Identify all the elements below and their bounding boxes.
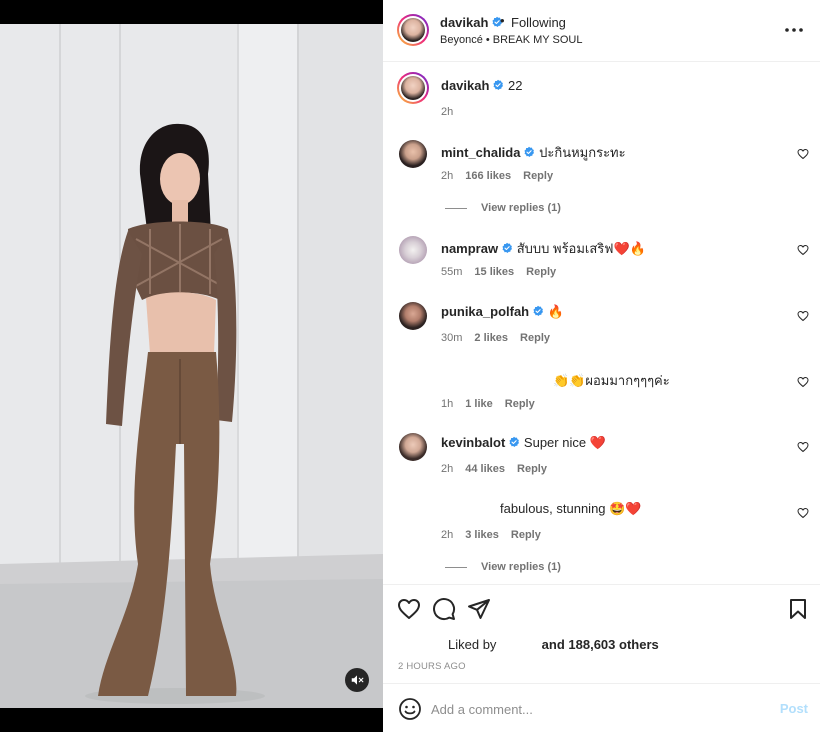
post-actions: Liked by and 188,603 others 2 HOURS AGO … xyxy=(383,584,820,732)
comment-meta: 55m 15 likes Reply xyxy=(441,266,568,278)
like-comment-heart-icon[interactable] xyxy=(797,376,809,388)
post-comment-button[interactable]: Post xyxy=(780,701,808,716)
comment-time[interactable]: 2h xyxy=(441,463,453,475)
comment-text: fabulous, stunning 🤩❤️ xyxy=(500,501,642,517)
verified-badge-icon xyxy=(509,436,520,447)
commenter-username[interactable]: kevinbalot xyxy=(441,435,505,450)
comment-likes[interactable]: 44 likes xyxy=(465,463,505,475)
view-replies-button[interactable]: View replies (1) xyxy=(445,202,561,214)
post-photo[interactable] xyxy=(0,24,383,708)
verified-badge-icon xyxy=(524,146,535,157)
comment-likes[interactable]: 3 likes xyxy=(465,529,499,541)
share-paper-plane-icon[interactable] xyxy=(467,597,491,621)
add-comment-bar: Post xyxy=(383,683,820,732)
comment-body: Super nice ❤️ xyxy=(523,435,606,450)
reply-button[interactable]: Reply xyxy=(526,266,556,278)
add-comment-input[interactable] xyxy=(431,698,761,720)
comment-time[interactable]: 55m xyxy=(441,266,462,278)
view-replies-button[interactable]: View replies (1) xyxy=(445,561,561,573)
commenter-avatar[interactable] xyxy=(399,433,427,461)
comment-time[interactable]: 2h xyxy=(441,529,453,541)
caption-username[interactable]: davikah xyxy=(441,78,489,93)
comment-body: 🔥 xyxy=(547,304,564,319)
like-comment-heart-icon[interactable] xyxy=(797,244,809,256)
commenter-avatar[interactable] xyxy=(399,140,427,168)
author-username-text[interactable]: davikah xyxy=(440,15,488,30)
fashion-photo xyxy=(0,24,383,708)
post-header: davikah • Following Beyoncé • BREAK MY S… xyxy=(383,0,820,62)
comment-time[interactable]: 30m xyxy=(441,332,462,344)
comment-text: nampraw สับบบ พร้อมเสริฟ❤️🔥 xyxy=(441,238,646,259)
comment-likes[interactable]: 2 likes xyxy=(474,332,508,344)
comment-likes[interactable]: 15 likes xyxy=(474,266,514,278)
like-comment-heart-icon[interactable] xyxy=(797,148,809,160)
comment-text: mint_chalida ปะกินหมูกระทะ xyxy=(441,142,626,163)
comment-body: สับบบ พร้อมเสริฟ❤️🔥 xyxy=(516,241,646,256)
more-horizontal-icon[interactable] xyxy=(782,20,806,40)
liked-by-prefix: Liked by xyxy=(448,637,497,652)
comment-meta: 30m 2 likes Reply xyxy=(441,332,562,344)
like-comment-heart-icon[interactable] xyxy=(797,310,809,322)
comment-meta: 2h 166 likes Reply xyxy=(441,170,565,182)
comment-body: ปะกินหมูกระทะ xyxy=(539,145,626,160)
caption-avatar[interactable] xyxy=(397,72,429,104)
following-button[interactable]: Following xyxy=(511,15,566,30)
comment-body: fabulous, stunning 🤩❤️ xyxy=(500,501,642,516)
emoji-smiley-icon[interactable] xyxy=(398,697,422,721)
comment-time[interactable]: 2h xyxy=(441,170,453,182)
comment-body: 👏👏ผอมมากๆๆๆค่ะ xyxy=(553,373,670,388)
liked-by-summary[interactable]: Liked by and 188,603 others xyxy=(448,637,659,652)
caption-meta: 2h xyxy=(441,106,465,118)
commenter-username[interactable]: nampraw xyxy=(441,241,498,256)
liked-by-count[interactable]: and 188,603 others xyxy=(542,637,659,652)
comment-text: kevinbalot Super nice ❤️ xyxy=(441,435,606,451)
comment-time[interactable]: 1h xyxy=(441,398,453,410)
speaker-muted-icon xyxy=(351,675,364,685)
post-media xyxy=(0,0,383,732)
author-username[interactable]: davikah xyxy=(440,15,503,30)
reply-button[interactable]: Reply xyxy=(520,332,550,344)
post-details-panel: davikah • Following Beyoncé • BREAK MY S… xyxy=(383,0,820,732)
comment-text: 👏👏ผอมมากๆๆๆค่ะ xyxy=(553,370,670,391)
commenter-username[interactable]: mint_chalida xyxy=(441,145,520,160)
comment-bubble-icon[interactable] xyxy=(432,597,456,621)
post-timestamp[interactable]: 2 HOURS AGO xyxy=(398,661,466,672)
reply-button[interactable]: Reply xyxy=(505,398,535,410)
caption-text: davikah 22 xyxy=(441,78,523,93)
header-separator: • xyxy=(500,13,505,28)
like-heart-icon[interactable] xyxy=(397,597,421,621)
comment-likes[interactable]: 166 likes xyxy=(465,170,511,182)
author-avatar[interactable] xyxy=(397,14,429,46)
caption-body: 22 xyxy=(508,78,523,93)
reply-button[interactable]: Reply xyxy=(517,463,547,475)
like-comment-heart-icon[interactable] xyxy=(797,441,809,453)
comment-text: punika_polfah 🔥 xyxy=(441,304,564,320)
like-comment-heart-icon[interactable] xyxy=(797,507,809,519)
commenter-avatar[interactable] xyxy=(399,236,427,264)
audio-muted-button[interactable] xyxy=(345,668,369,692)
comments-list[interactable]: davikah 22 2h mint_chalida ปะกินหมูกระทะ… xyxy=(383,62,820,584)
verified-badge-icon xyxy=(533,305,544,316)
comment-meta: 1h 1 like Reply xyxy=(441,398,547,410)
comment-meta: 2h 44 likes Reply xyxy=(441,463,559,475)
audio-track-link[interactable]: Beyoncé • BREAK MY SOUL xyxy=(440,34,582,46)
save-bookmark-icon[interactable] xyxy=(786,597,810,621)
reply-button[interactable]: Reply xyxy=(511,529,541,541)
comment-meta: 2h 3 likes Reply xyxy=(441,529,553,541)
commenter-avatar[interactable] xyxy=(399,302,427,330)
verified-badge-icon xyxy=(502,242,513,253)
reply-button[interactable]: Reply xyxy=(523,170,553,182)
caption-time[interactable]: 2h xyxy=(441,106,453,118)
comment-likes[interactable]: 1 like xyxy=(465,398,493,410)
commenter-username[interactable]: punika_polfah xyxy=(441,304,529,319)
verified-badge-icon xyxy=(493,79,504,90)
